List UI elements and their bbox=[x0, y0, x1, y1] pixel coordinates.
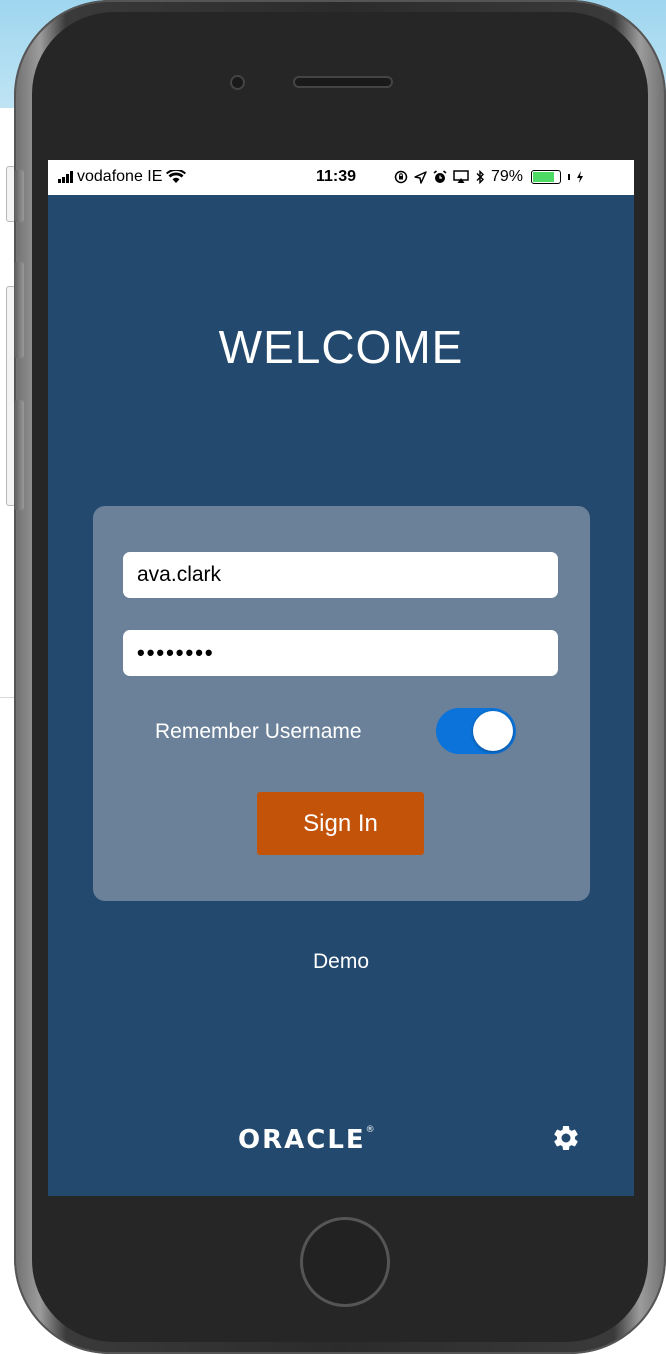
registered-mark: ® bbox=[365, 1125, 377, 1135]
status-bar: vodafone IE 11:39 79% bbox=[48, 160, 634, 195]
bluetooth-icon bbox=[476, 170, 484, 184]
password-field[interactable]: •••••••• bbox=[123, 630, 558, 676]
signal-icon bbox=[58, 171, 73, 183]
earpiece-speaker bbox=[293, 76, 393, 88]
carrier-label: vodafone IE bbox=[77, 168, 163, 185]
battery-icon bbox=[531, 170, 562, 184]
gear-icon[interactable] bbox=[550, 1122, 582, 1154]
location-icon bbox=[414, 170, 427, 184]
demo-link[interactable]: Demo bbox=[48, 950, 634, 974]
remember-username-toggle[interactable] bbox=[436, 708, 516, 754]
toggle-knob bbox=[473, 711, 513, 751]
charging-icon bbox=[577, 171, 584, 183]
home-button[interactable] bbox=[300, 1217, 390, 1307]
volume-down-button bbox=[14, 400, 24, 510]
volume-up-button bbox=[14, 262, 24, 358]
status-time: 11:39 bbox=[316, 168, 357, 185]
welcome-title: WELCOME bbox=[218, 321, 464, 373]
login-card: ava.clark •••••••• Remember Username Sig… bbox=[93, 506, 590, 901]
mute-switch bbox=[14, 170, 24, 222]
wifi-icon bbox=[166, 170, 187, 183]
sign-in-button[interactable]: Sign In bbox=[257, 792, 424, 855]
lock-rotation-icon bbox=[394, 170, 408, 184]
remember-username-label: Remember Username bbox=[155, 720, 362, 743]
battery-tip bbox=[568, 174, 571, 180]
oracle-logo: ORACLE® bbox=[238, 1125, 377, 1155]
airplay-icon bbox=[453, 170, 469, 183]
oracle-logo-text: ORACLE bbox=[238, 1125, 366, 1155]
alarm-icon bbox=[433, 170, 447, 183]
front-camera bbox=[230, 75, 245, 90]
app-screen: vodafone IE 11:39 79% WELCOME ava.clark … bbox=[48, 160, 634, 1196]
username-field[interactable]: ava.clark bbox=[123, 552, 558, 598]
battery-percent: 79% bbox=[491, 168, 524, 185]
